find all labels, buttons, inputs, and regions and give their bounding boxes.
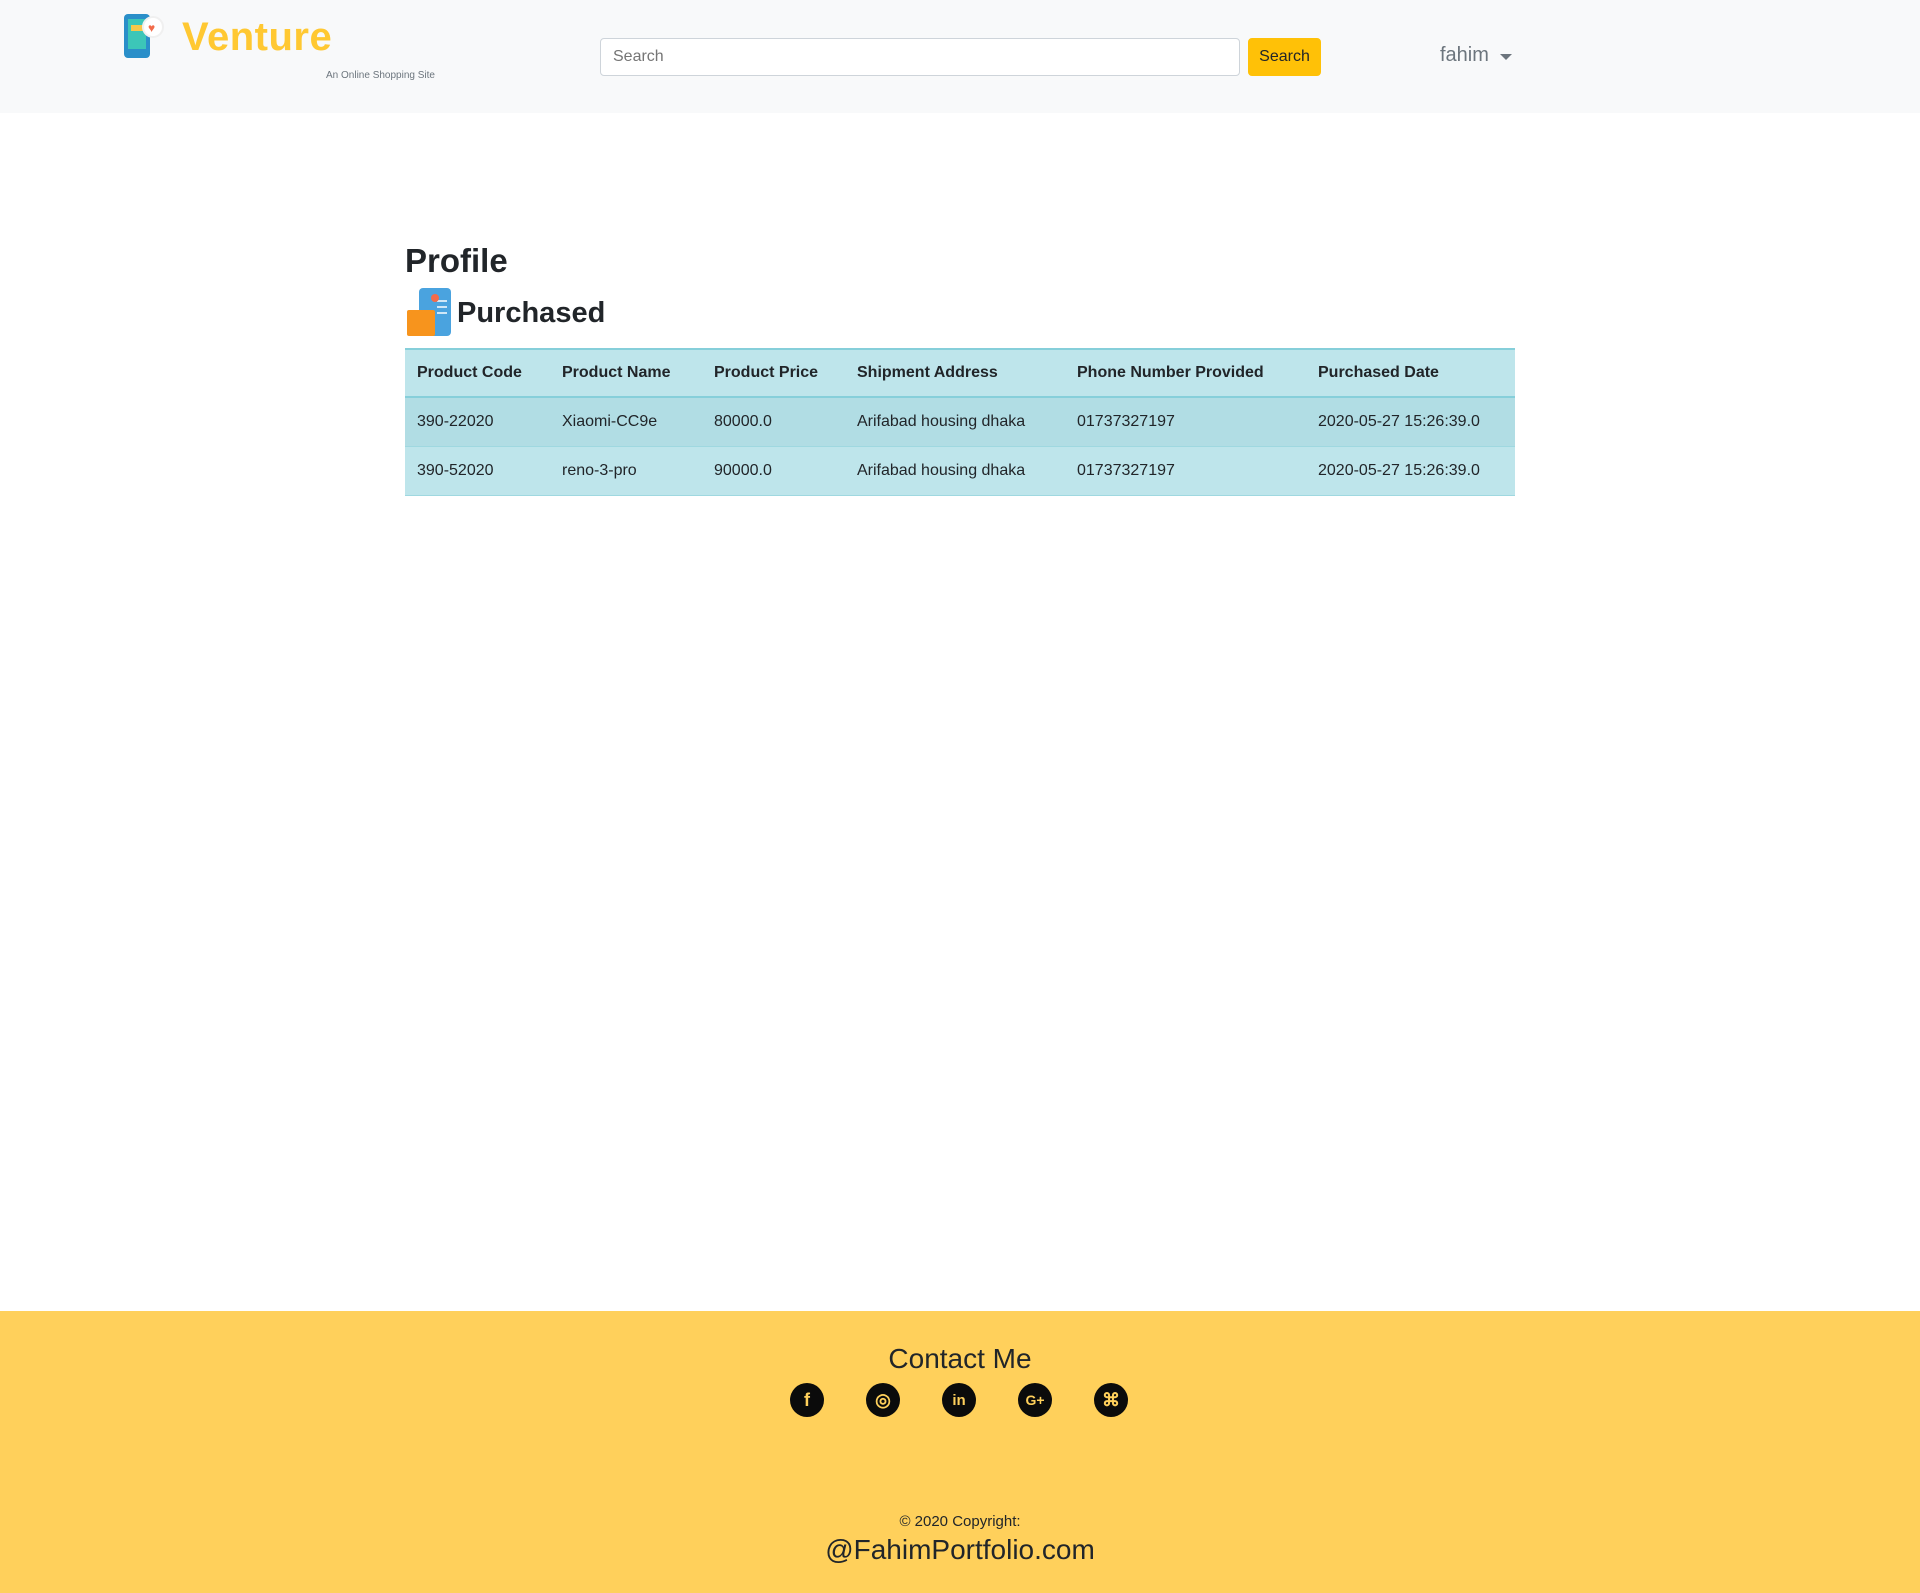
user-dropdown[interactable]: fahim (1440, 44, 1512, 67)
footer: Contact Me f ◎ in G+ ⌘ © 2020 Copyright:… (0, 1311, 1920, 1593)
facebook-icon[interactable]: f (790, 1383, 824, 1417)
table-cell: Xiaomi-CC9e (550, 397, 702, 447)
social-links: f ◎ in G+ ⌘ (790, 1383, 1128, 1417)
github-icon[interactable]: ⌘ (1094, 1383, 1128, 1417)
navbar: ♥ Venture An Online Shopping Site Search… (0, 0, 1920, 113)
search-input[interactable] (600, 38, 1240, 76)
column-header: Phone Number Provided (1065, 348, 1306, 398)
table-row: 390-22020 Xiaomi-CC9e 80000.0 Arifabad h… (405, 397, 1515, 447)
copyright-text: © 2020 Copyright: (899, 1513, 1021, 1530)
google-plus-icon[interactable]: G+ (1018, 1383, 1052, 1417)
table-cell: 01737327197 (1065, 397, 1306, 447)
main-content: Profile Purchased Product Code Product N… (405, 240, 1515, 496)
search-button[interactable]: Search (1248, 38, 1321, 76)
table-cell: 01737327197 (1065, 446, 1306, 496)
column-header: Product Name (550, 348, 702, 398)
table-cell: 390-52020 (405, 446, 550, 496)
purchased-heading: Purchased (405, 288, 1515, 338)
purchase-icon (405, 288, 455, 338)
column-header: Shipment Address (845, 348, 1065, 398)
portfolio-link[interactable]: @FahimPortfolio.com (0, 1534, 1920, 1566)
table-header-row: Product Code Product Name Product Price … (405, 348, 1515, 398)
instagram-icon[interactable]: ◎ (866, 1383, 900, 1417)
contact-title: Contact Me (888, 1343, 1032, 1374)
table-cell: 390-22020 (405, 397, 550, 447)
page-title: Profile (405, 242, 508, 279)
caret-down-icon (1499, 53, 1512, 60)
brand-tagline: An Online Shopping Site (326, 70, 435, 81)
purchases-table: Product Code Product Name Product Price … (405, 348, 1515, 496)
section-title: Purchased (457, 296, 606, 329)
table-cell: 2020-05-27 15:26:39.0 (1306, 397, 1515, 447)
table-cell: 90000.0 (702, 446, 845, 496)
table-cell: 2020-05-27 15:26:39.0 (1306, 446, 1515, 496)
brand-name: Venture (182, 15, 333, 59)
phone-heart-logo-icon: ♥ (122, 12, 164, 58)
table-cell: 80000.0 (702, 397, 845, 447)
table-cell: reno-3-pro (550, 446, 702, 496)
search-form: Search (600, 38, 1321, 76)
table-row: 390-52020 reno-3-pro 90000.0 Arifabad ho… (405, 446, 1515, 496)
column-header: Product Code (405, 348, 550, 398)
table-cell: Arifabad housing dhaka (845, 446, 1065, 496)
brand-link[interactable]: ♥ Venture (122, 12, 332, 64)
user-name: fahim (1440, 44, 1489, 66)
column-header: Purchased Date (1306, 348, 1515, 398)
column-header: Product Price (702, 348, 845, 398)
linkedin-icon[interactable]: in (942, 1383, 976, 1417)
table-cell: Arifabad housing dhaka (845, 397, 1065, 447)
